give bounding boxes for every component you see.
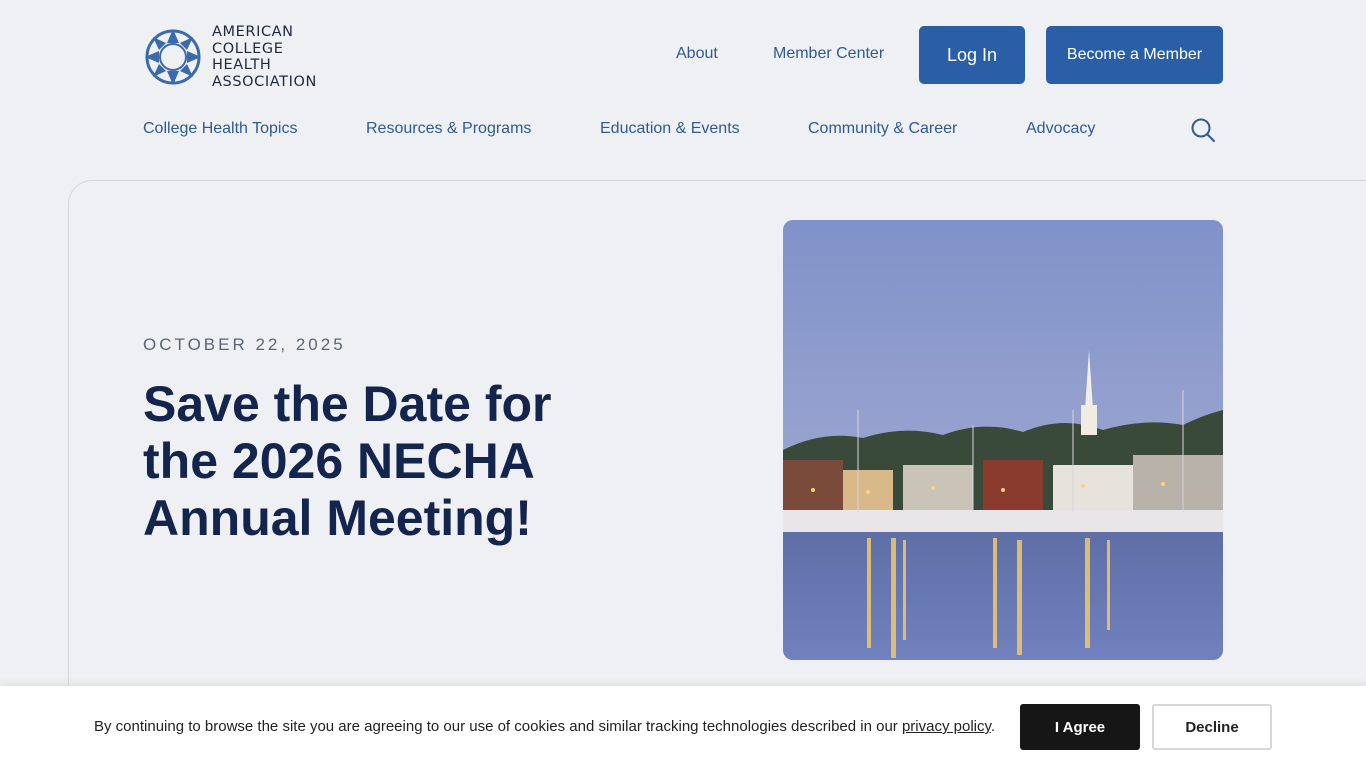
agree-button[interactable]: I Agree	[1020, 704, 1140, 750]
article-date: OCTOBER 22, 2025	[143, 335, 346, 354]
logo-wordmark: AMERICAN COLLEGE HEALTH ASSOCIATION	[212, 24, 317, 90]
logo-line: COLLEGE	[212, 40, 284, 57]
harbor-photo	[783, 220, 1223, 660]
search-icon[interactable]	[1190, 117, 1216, 143]
logo-line: ASSOCIATION	[212, 73, 317, 90]
nav-education-events[interactable]: Education & Events	[600, 120, 740, 138]
member-center-link[interactable]: Member Center	[773, 45, 884, 63]
cookie-banner: By continuing to browse the site you are…	[0, 686, 1366, 768]
cookie-text: By continuing to browse the site you are…	[94, 718, 902, 735]
nav-resources-programs[interactable]: Resources & Programs	[366, 120, 531, 138]
site-logo[interactable]: AMERICAN COLLEGE HEALTH ASSOCIATION	[142, 24, 317, 90]
nav-college-health-topics[interactable]: College Health Topics	[143, 120, 297, 138]
logo-line: HEALTH	[212, 57, 272, 73]
decline-button[interactable]: Decline	[1152, 704, 1272, 750]
cookie-suffix: .	[990, 718, 996, 735]
acha-star-logo-icon	[145, 29, 201, 85]
become-member-button[interactable]: Become a Member	[1046, 26, 1223, 84]
article-title: Save the Date for the 2026 NECHA Annual …	[143, 376, 552, 546]
privacy-policy-link[interactable]: privacy policy	[902, 718, 991, 735]
logo-line: AMERICAN	[212, 24, 294, 40]
login-button[interactable]: Log In	[919, 26, 1025, 84]
cookie-message: By continuing to browse the site you are…	[94, 718, 995, 735]
nav-advocacy[interactable]: Advocacy	[1026, 120, 1095, 138]
nav-community-career[interactable]: Community & Career	[808, 120, 957, 138]
about-link[interactable]: About	[676, 45, 718, 63]
